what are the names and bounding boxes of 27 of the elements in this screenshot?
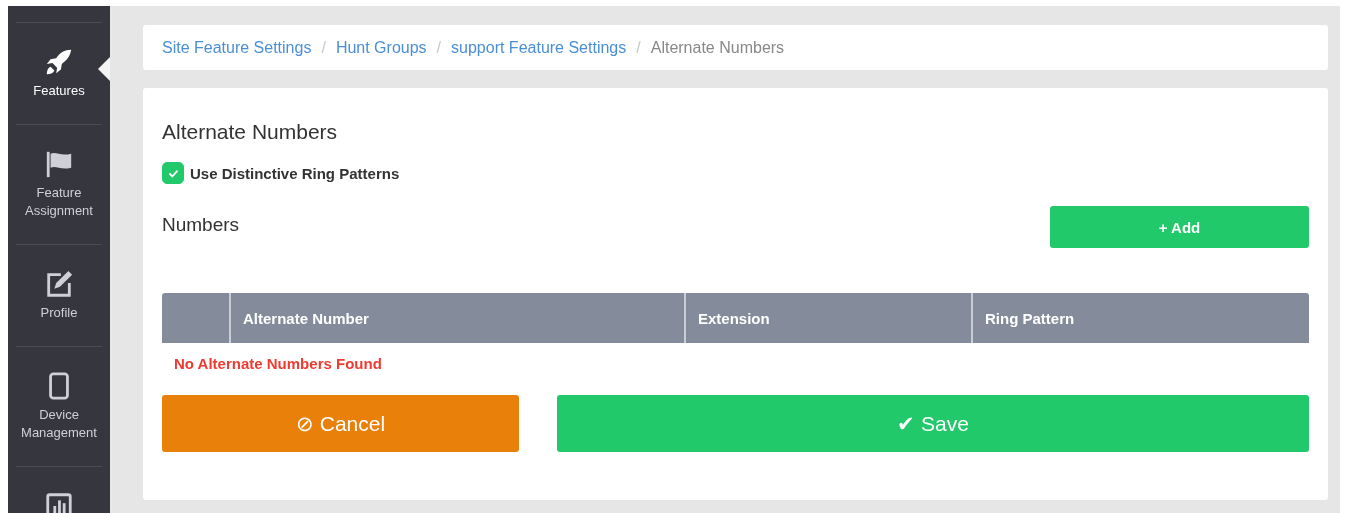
- save-button[interactable]: ✔ Save: [557, 395, 1309, 452]
- breadcrumb-link[interactable]: support Feature Settings: [451, 38, 627, 57]
- column-header: Alternate Number: [229, 293, 684, 343]
- breadcrumb-link[interactable]: Hunt Groups: [335, 38, 427, 57]
- breadcrumb-separator: /: [321, 38, 326, 57]
- edit-icon: [44, 269, 74, 299]
- sidebar-item[interactable]: Feature Assignment: [16, 124, 102, 244]
- rocket-icon: [44, 47, 74, 77]
- sidebar-item[interactable]: Device Management: [16, 346, 102, 466]
- sidebar-item[interactable]: Features: [16, 22, 102, 124]
- checkbox[interactable]: [162, 162, 184, 184]
- cancel-button[interactable]: ⊘ Cancel: [162, 395, 519, 452]
- bar-chart-icon: [44, 491, 74, 513]
- breadcrumb-current: Alternate Numbers: [650, 38, 785, 57]
- section-heading: Numbers: [162, 214, 240, 236]
- column-header: Extension: [684, 293, 971, 343]
- column-header: Ring Pattern: [971, 293, 1309, 343]
- breadcrumb-separator: /: [436, 38, 442, 57]
- breadcrumb-separator: /: [636, 38, 641, 57]
- page-title: Alternate Numbers: [162, 120, 339, 144]
- empty-message: No Alternate Numbers Found: [173, 354, 383, 374]
- add-button[interactable]: + Add: [1050, 206, 1309, 248]
- distinctive-ring-checkbox[interactable]: Use Distinctive Ring Patterns: [162, 162, 1309, 184]
- breadcrumb-link[interactable]: Site Feature Settings: [162, 38, 312, 57]
- sidebar-item[interactable]: Profile: [16, 244, 102, 346]
- flag-icon: [44, 149, 74, 179]
- selection-pointer: [98, 57, 110, 81]
